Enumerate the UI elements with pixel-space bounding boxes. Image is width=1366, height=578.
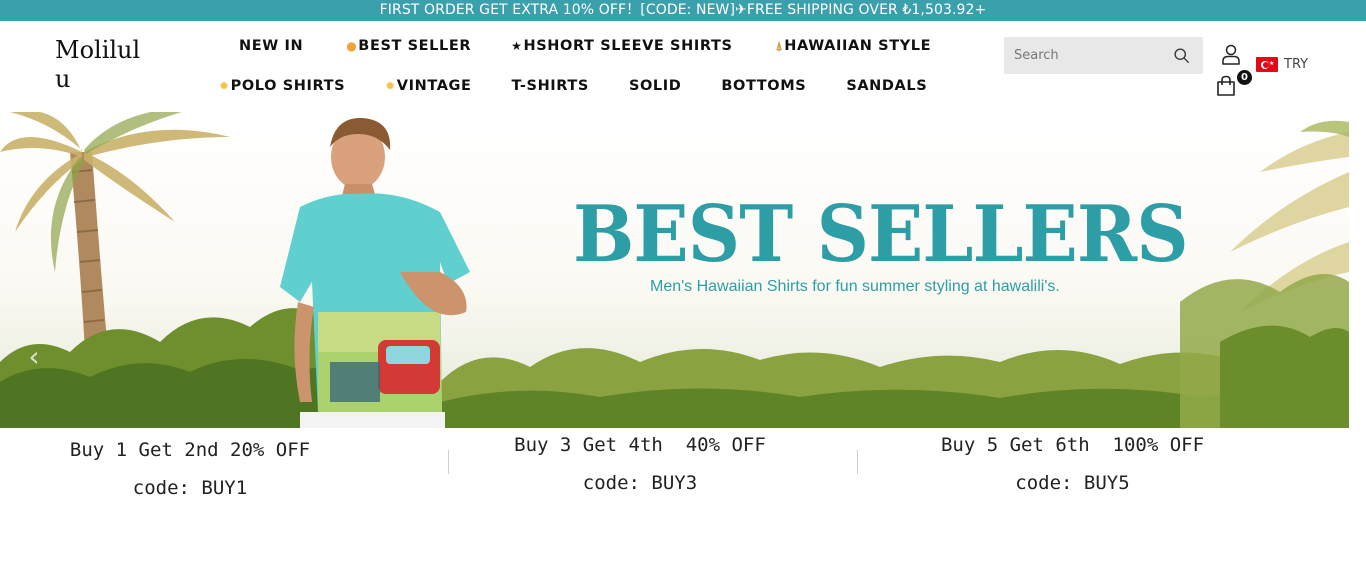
nav-item-label: T-SHIRTS [511, 78, 589, 94]
search-input[interactable] [1004, 37, 1164, 74]
main-nav-row-1: NEW IN ● BEST SELLER ★ HSHORT SLEEVE SHI… [239, 35, 931, 57]
divider [448, 450, 449, 474]
nav-item-label: SANDALS [846, 78, 928, 94]
nav-item-label: BOTTOMS [721, 78, 807, 94]
star-icon: ★ [511, 39, 523, 53]
nav-item-sandals[interactable]: SANDALS [846, 78, 927, 94]
hero-subtitle: Men's Hawaiian Shirts for fun summer sty… [650, 278, 1060, 295]
promo-offer-2[interactable]: Buy 3 Get 4th 40% OFF code: BUY3 [505, 433, 775, 495]
palm-tree-icon: ⍋ [775, 38, 784, 53]
main-nav-row-2: ✹ POLO SHIRTS ✹ VINTAGE T-SHIRTS SOLID B… [219, 75, 927, 97]
currency-label: TRY [1284, 57, 1309, 72]
promo-offer-1[interactable]: Buy 1 Get 2nd 20% OFF code: BUY1 [60, 438, 320, 500]
nav-item-vintage[interactable]: ✹ VINTAGE [385, 78, 471, 94]
nav-item-label: POLO SHIRTS [230, 78, 346, 94]
nav-item-short-sleeve-shirts[interactable]: ★ HSHORT SLEEVE SHIRTS [511, 38, 732, 54]
search-icon[interactable] [1173, 47, 1190, 64]
currency-selector[interactable]: ★ TRY [1256, 57, 1308, 72]
nav-item-new-in[interactable]: NEW IN [239, 38, 303, 54]
shopping-bag-icon[interactable] [1215, 75, 1237, 97]
turkey-flag-icon: ★ [1256, 57, 1278, 72]
promo-code: code: BUY5 [1015, 472, 1130, 494]
promo-title: Buy 3 Get 4th 40% OFF [514, 434, 766, 456]
nav-item-label: NEW IN [239, 38, 304, 54]
cart-count-badge: 0 [1237, 70, 1252, 85]
carousel-prev-arrow-icon[interactable]: ‹ [22, 342, 46, 372]
fire-icon: ● [346, 39, 358, 53]
promo-code: code: BUY3 [582, 472, 698, 494]
model-figure [280, 117, 470, 428]
nav-item-label: VINTAGE [396, 78, 472, 94]
announcement-bar: FIRST ORDER GET EXTRA 10% OFF！[CODE: NEW… [0, 0, 1366, 21]
nav-item-label: SOLID [628, 78, 682, 94]
site-logo[interactable]: Molilulu [55, 36, 145, 94]
promo-code: code: BUY1 [132, 477, 248, 499]
nav-item-t-shirts[interactable]: T-SHIRTS [512, 78, 589, 94]
nav-item-label: HAWAIIAN STYLE [784, 38, 932, 54]
site-header: Molilulu NEW IN ● BEST SELLER ★ HSHORT S… [0, 21, 1366, 112]
divider [857, 450, 858, 474]
sun-icon: ✹ [219, 79, 230, 93]
user-account-icon[interactable] [1221, 44, 1241, 65]
sun-icon: ✹ [385, 79, 396, 93]
nav-item-solid[interactable]: SOLID [629, 78, 681, 94]
promo-offer-3[interactable]: Buy 5 Get 6th 100% OFF code: BUY5 [930, 433, 1215, 495]
nav-item-best-seller[interactable]: ● BEST SELLER [346, 38, 471, 54]
search-box [1004, 37, 1203, 74]
hero-title: BEST SELLERS [573, 189, 1189, 280]
nav-item-bottoms[interactable]: BOTTOMS [721, 78, 806, 94]
promo-title: Buy 1 Get 2nd 20% OFF [69, 439, 311, 461]
nav-item-polo-shirts[interactable]: ✹ POLO SHIRTS [219, 78, 345, 94]
nav-item-label: BEST SELLER [358, 38, 472, 54]
promo-title: Buy 5 Get 6th 100% OFF [940, 434, 1205, 456]
nav-item-hawaiian-style[interactable]: ⍋ HAWAIIAN STYLE [775, 38, 931, 54]
hero-banner[interactable]: BEST SELLERS Men's Hawaiian Shirts for f… [0, 112, 1349, 428]
nav-item-label: HSHORT SLEEVE SHIRTS [523, 38, 733, 54]
promo-strip: Buy 1 Get 2nd 20% OFF code: BUY1 Buy 3 G… [0, 428, 1366, 578]
